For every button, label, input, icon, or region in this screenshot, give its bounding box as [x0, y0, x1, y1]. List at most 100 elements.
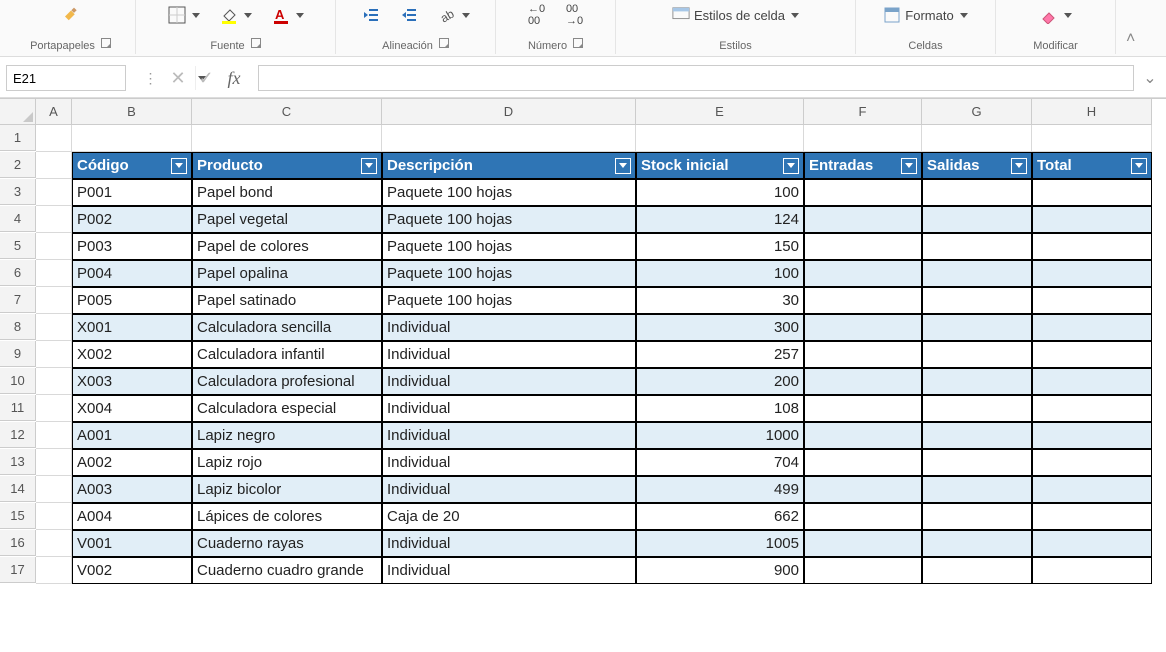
column-header[interactable]: H — [1032, 99, 1152, 125]
table-cell[interactable]: Individual — [382, 368, 636, 395]
cell[interactable] — [36, 503, 72, 530]
table-cell[interactable]: Paquete 100 hojas — [382, 179, 636, 206]
table-cell[interactable]: A002 — [72, 449, 192, 476]
table-header[interactable]: Stock inicial — [636, 152, 804, 179]
cell[interactable] — [36, 260, 72, 287]
table-cell[interactable] — [804, 206, 922, 233]
table-cell[interactable]: Paquete 100 hojas — [382, 206, 636, 233]
table-cell[interactable]: Lapiz rojo — [192, 449, 382, 476]
table-cell[interactable]: 108 — [636, 395, 804, 422]
table-header[interactable]: Código — [72, 152, 192, 179]
row-header[interactable]: 13 — [0, 449, 36, 475]
cell[interactable] — [636, 125, 804, 152]
table-cell[interactable] — [922, 341, 1032, 368]
borders-button[interactable] — [163, 3, 205, 27]
cell-styles-button[interactable]: Estilos de celda — [667, 3, 804, 27]
table-cell[interactable]: Papel de colores — [192, 233, 382, 260]
table-cell[interactable] — [1032, 422, 1152, 449]
format-button[interactable]: Formato — [878, 3, 972, 27]
cell[interactable] — [192, 125, 382, 152]
cell[interactable] — [36, 287, 72, 314]
table-cell[interactable]: 662 — [636, 503, 804, 530]
table-cell[interactable]: Lapiz bicolor — [192, 476, 382, 503]
table-cell[interactable] — [1032, 530, 1152, 557]
format-painter-button[interactable] — [57, 3, 85, 27]
table-cell[interactable] — [1032, 287, 1152, 314]
table-cell[interactable] — [804, 341, 922, 368]
table-cell[interactable]: 1000 — [636, 422, 804, 449]
row-header[interactable]: 6 — [0, 260, 36, 286]
table-cell[interactable] — [1032, 233, 1152, 260]
table-cell[interactable] — [804, 503, 922, 530]
cell[interactable] — [36, 152, 72, 179]
table-cell[interactable]: Lapiz negro — [192, 422, 382, 449]
row-header[interactable]: 3 — [0, 179, 36, 205]
table-cell[interactable] — [922, 422, 1032, 449]
column-header[interactable]: A — [36, 99, 72, 125]
table-cell[interactable] — [922, 287, 1032, 314]
filter-button[interactable] — [901, 158, 917, 174]
table-cell[interactable]: A001 — [72, 422, 192, 449]
table-cell[interactable]: Papel vegetal — [192, 206, 382, 233]
table-cell[interactable]: P002 — [72, 206, 192, 233]
row-header[interactable]: 2 — [0, 152, 36, 178]
column-header[interactable]: G — [922, 99, 1032, 125]
table-cell[interactable]: Calculadora profesional — [192, 368, 382, 395]
font-color-button[interactable]: A — [267, 3, 309, 27]
table-cell[interactable] — [804, 179, 922, 206]
table-cell[interactable] — [922, 395, 1032, 422]
table-cell[interactable]: 257 — [636, 341, 804, 368]
table-cell[interactable] — [804, 449, 922, 476]
table-cell[interactable] — [1032, 260, 1152, 287]
expand-formula-bar-button[interactable]: ⌄ — [1140, 65, 1160, 91]
cell[interactable] — [36, 206, 72, 233]
table-cell[interactable] — [922, 368, 1032, 395]
table-cell[interactable] — [1032, 341, 1152, 368]
table-cell[interactable] — [804, 260, 922, 287]
table-cell[interactable]: Cuaderno rayas — [192, 530, 382, 557]
table-cell[interactable] — [804, 314, 922, 341]
cell[interactable] — [72, 125, 192, 152]
table-cell[interactable] — [1032, 557, 1152, 584]
table-cell[interactable]: 1005 — [636, 530, 804, 557]
table-cell[interactable]: Individual — [382, 476, 636, 503]
table-cell[interactable]: 150 — [636, 233, 804, 260]
table-cell[interactable]: 30 — [636, 287, 804, 314]
fill-color-button[interactable] — [215, 3, 257, 27]
row-header[interactable]: 10 — [0, 368, 36, 394]
table-cell[interactable] — [922, 233, 1032, 260]
table-cell[interactable]: Individual — [382, 557, 636, 584]
insert-function-button[interactable]: fx — [222, 66, 246, 90]
table-cell[interactable] — [1032, 179, 1152, 206]
table-cell[interactable] — [922, 206, 1032, 233]
row-header[interactable]: 15 — [0, 503, 36, 529]
table-cell[interactable]: 499 — [636, 476, 804, 503]
table-cell[interactable]: Paquete 100 hojas — [382, 287, 636, 314]
table-cell[interactable]: Paquete 100 hojas — [382, 233, 636, 260]
table-cell[interactable]: Calculadora infantil — [192, 341, 382, 368]
table-cell[interactable] — [1032, 368, 1152, 395]
table-cell[interactable] — [804, 476, 922, 503]
table-cell[interactable]: P005 — [72, 287, 192, 314]
column-header[interactable]: F — [804, 99, 922, 125]
table-cell[interactable]: Papel opalina — [192, 260, 382, 287]
row-header[interactable]: 11 — [0, 395, 36, 421]
table-cell[interactable]: 300 — [636, 314, 804, 341]
table-cell[interactable]: 704 — [636, 449, 804, 476]
row-header[interactable]: 16 — [0, 530, 36, 556]
table-cell[interactable]: Individual — [382, 530, 636, 557]
table-cell[interactable] — [804, 287, 922, 314]
formula-input[interactable] — [258, 65, 1134, 91]
table-cell[interactable] — [804, 557, 922, 584]
table-cell[interactable]: Lápices de colores — [192, 503, 382, 530]
table-cell[interactable]: Paquete 100 hojas — [382, 260, 636, 287]
decrease-indent-button[interactable] — [357, 3, 385, 27]
table-cell[interactable] — [1032, 206, 1152, 233]
table-cell[interactable] — [922, 530, 1032, 557]
cell[interactable] — [36, 476, 72, 503]
table-cell[interactable] — [922, 449, 1032, 476]
cell[interactable] — [36, 125, 72, 152]
table-cell[interactable]: Individual — [382, 449, 636, 476]
filter-button[interactable] — [1131, 158, 1147, 174]
cell[interactable] — [36, 395, 72, 422]
